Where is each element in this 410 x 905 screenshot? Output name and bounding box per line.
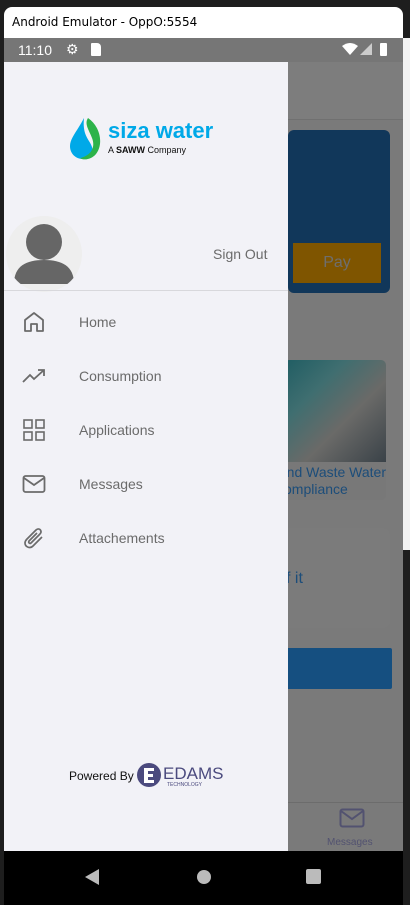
sign-out-link[interactable]: Sign Out (213, 246, 267, 262)
info-card-text: f it (286, 570, 303, 587)
bottom-nav-messages[interactable]: Messages (327, 837, 373, 848)
drawer-item-label: Applications (79, 422, 155, 438)
svg-text:EDAMS: EDAMS (163, 764, 223, 783)
svg-text:TECHNOLOGY: TECHNOLOGY (167, 782, 203, 788)
drawer-item-label: Attachements (79, 530, 165, 546)
siza-water-logo: siza water A SAWW Company (70, 118, 214, 160)
svg-text:A SAWW Company: A SAWW Company (108, 145, 187, 155)
drawer-item-home[interactable]: Home (4, 297, 288, 347)
status-bar: 11:10 ⚙ (4, 38, 403, 62)
status-time: 11:10 (18, 42, 52, 58)
user-icon (14, 224, 74, 284)
svg-text:siza water: siza water (108, 118, 214, 143)
recents-icon[interactable] (306, 869, 321, 884)
pay-button[interactable]: Pay (293, 243, 381, 283)
drawer-item-messages[interactable]: Messages (4, 459, 288, 509)
card-title-line1: nd Waste Water (286, 464, 386, 480)
powered-by-text: Powered By (69, 769, 134, 783)
grid-icon (23, 419, 45, 441)
mail-icon[interactable] (339, 808, 365, 828)
home-icon (24, 312, 44, 332)
drawer-item-label: Home (79, 314, 117, 330)
signal-icon (360, 43, 372, 55)
mail-icon (22, 475, 46, 493)
edams-logo: EDAMS TECHNOLOGY (137, 763, 223, 788)
drawer-item-label: Consumption (79, 368, 162, 384)
lab-image (284, 360, 386, 462)
card-title-line2: ompliance (284, 481, 348, 497)
emulator-title-bar: Android Emulator - OppO:5554 (4, 7, 403, 38)
account-card: Pay (288, 130, 390, 293)
battery-icon (380, 43, 387, 56)
divider (4, 290, 288, 291)
drawer-item-attachements[interactable]: Attachements (4, 513, 288, 563)
home-button-icon[interactable] (196, 869, 212, 885)
paperclip-icon (24, 528, 43, 549)
drawer-item-applications[interactable]: Applications (4, 405, 288, 455)
android-nav-bar (4, 851, 403, 905)
window-title: Android Emulator - OppO:5554 (12, 15, 198, 29)
gear-icon: ⚙ (66, 41, 79, 57)
trending-up-icon (22, 369, 45, 383)
avatar[interactable] (6, 216, 82, 292)
back-icon[interactable] (84, 868, 100, 886)
drawer-item-consumption[interactable]: Consumption (4, 351, 288, 401)
emulator-side-strip (403, 38, 410, 550)
navigation-drawer: siza water A SAWW Company Sign Out Home … (4, 62, 288, 851)
news-card[interactable]: nd Waste Water ompliance (284, 360, 386, 500)
sd-card-icon (91, 43, 101, 56)
drawer-item-label: Messages (79, 476, 143, 492)
wifi-icon (342, 43, 358, 55)
info-card[interactable]: f it (284, 528, 390, 628)
primary-button[interactable] (284, 648, 392, 689)
